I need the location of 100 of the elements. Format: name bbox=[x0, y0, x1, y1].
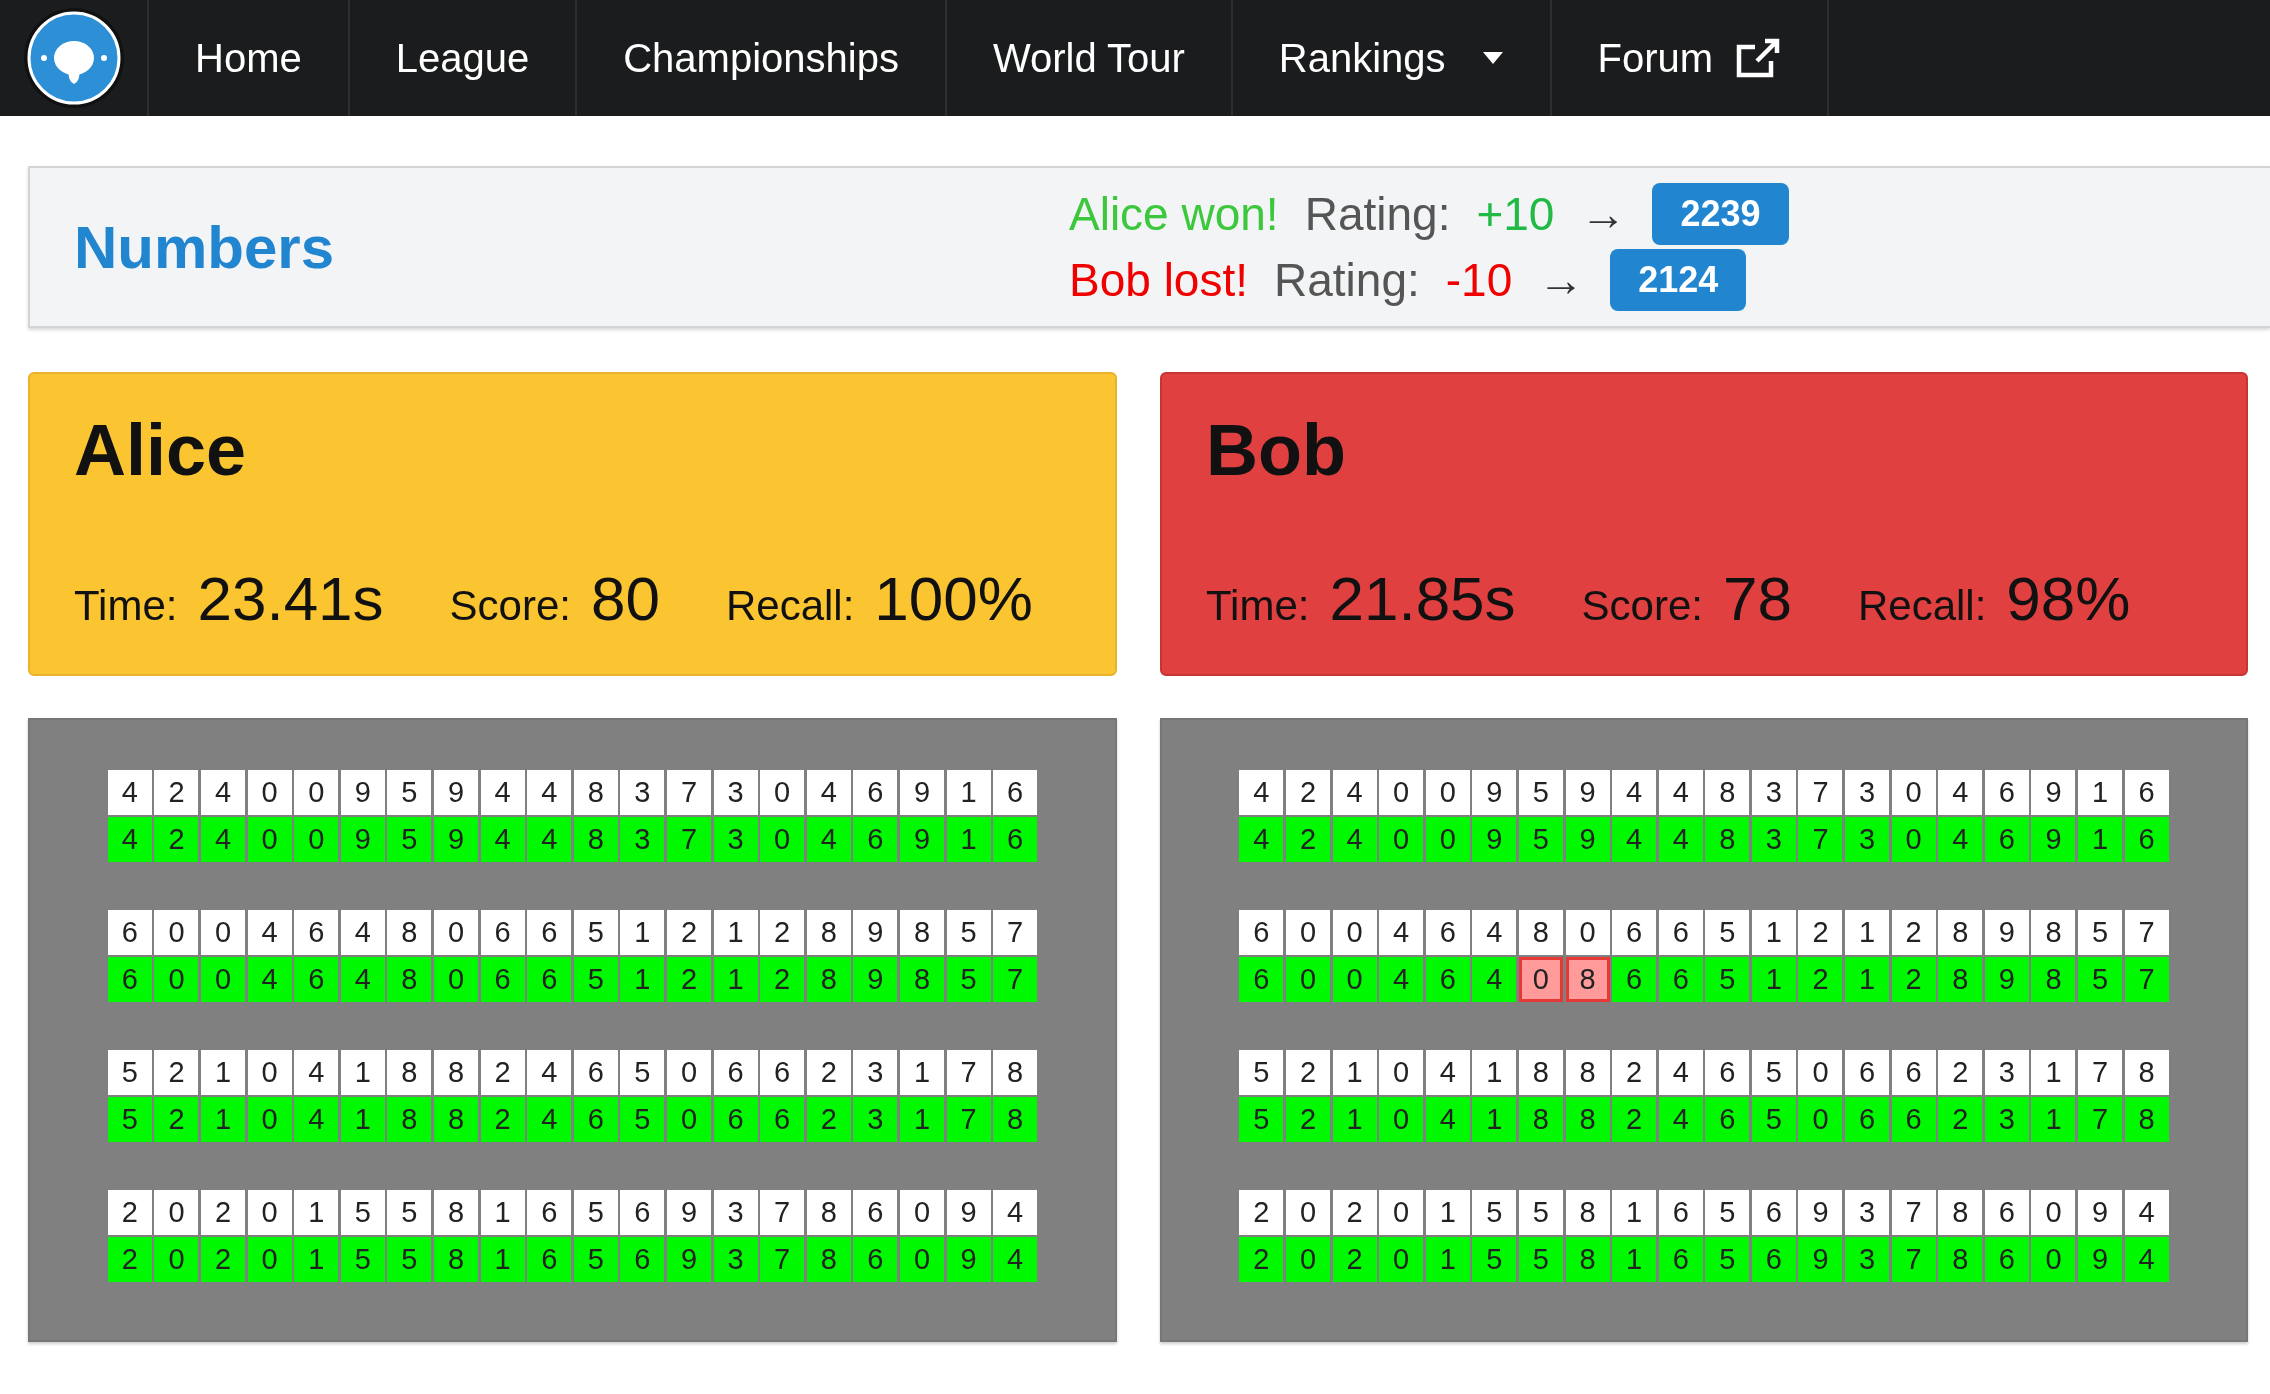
digit-cell: 8 bbox=[1705, 770, 1750, 815]
digit-cell: 0 bbox=[247, 770, 292, 815]
recalled-cell: 4 bbox=[107, 817, 152, 862]
digit-cell: 4 bbox=[806, 770, 851, 815]
recalled-cell: 8 bbox=[387, 957, 432, 1002]
digit-cell: 1 bbox=[1425, 1190, 1470, 1235]
nav-link[interactable]: Rankings bbox=[1232, 0, 1552, 116]
stat-label: Time: bbox=[74, 582, 178, 630]
digit-cell: 0 bbox=[1285, 1190, 1330, 1235]
recalled-cell: 8 bbox=[1938, 1237, 1983, 1282]
recalled-cell: 2 bbox=[1938, 1097, 1983, 1142]
recalled-cell: 2 bbox=[107, 1237, 152, 1282]
digit-cell: 5 bbox=[1705, 1190, 1750, 1235]
recalled-cell: 5 bbox=[620, 1097, 665, 1142]
digit-cell: 2 bbox=[1285, 1050, 1330, 1095]
recalled-cell: 6 bbox=[480, 957, 525, 1002]
digit-cell: 0 bbox=[1425, 770, 1470, 815]
recalled-cell: 2 bbox=[154, 1097, 199, 1142]
recalled-cell: 2 bbox=[1285, 1097, 1330, 1142]
recalled-cell: 7 bbox=[1798, 817, 1843, 862]
digit-cell: 5 bbox=[1239, 1050, 1284, 1095]
recalled-cell: 9 bbox=[2078, 1237, 2123, 1282]
digit-cell: 1 bbox=[1612, 1190, 1657, 1235]
digit-cell: 4 bbox=[480, 770, 525, 815]
recalled-cell: 4 bbox=[1239, 817, 1284, 862]
recalled-cell: 8 bbox=[1565, 957, 1610, 1002]
recalled-cell: 5 bbox=[946, 957, 991, 1002]
digit-cell: 9 bbox=[667, 1190, 711, 1235]
digit-cell: 6 bbox=[1984, 1190, 2029, 1235]
recalled-cell: 0 bbox=[1518, 957, 1563, 1002]
nav-link[interactable]: Home bbox=[149, 0, 350, 116]
recalled-cell: 5 bbox=[387, 817, 432, 862]
digit-cell: 0 bbox=[667, 1050, 711, 1095]
stat-value: 78 bbox=[1723, 563, 1792, 634]
digit-cell: 0 bbox=[1565, 910, 1610, 955]
recalled-cell: 4 bbox=[2124, 1237, 2169, 1282]
recalled-cell: 0 bbox=[154, 957, 199, 1002]
digit-cell: 5 bbox=[340, 1190, 385, 1235]
recalled-cell: 7 bbox=[1891, 1237, 1936, 1282]
recalled-cell: 0 bbox=[1425, 817, 1470, 862]
recalled-cell: 2 bbox=[1891, 957, 1936, 1002]
digit-cell: 5 bbox=[573, 910, 618, 955]
digit-cell: 1 bbox=[2031, 1050, 2076, 1095]
stat-label: Recall: bbox=[725, 582, 855, 630]
recalled-cell: 9 bbox=[1984, 957, 2029, 1002]
digit-cell: 1 bbox=[480, 1190, 525, 1235]
digit-cell: 5 bbox=[620, 1050, 665, 1095]
recalled-cell: 0 bbox=[1379, 1097, 1424, 1142]
digit-cell: 8 bbox=[899, 910, 944, 955]
nav-link[interactable]: League bbox=[349, 0, 578, 116]
digit-cell: 3 bbox=[853, 1050, 898, 1095]
digit-cell: 4 bbox=[527, 1050, 572, 1095]
recalled-cell: 3 bbox=[713, 1237, 758, 1282]
digit-cell: 2 bbox=[154, 770, 199, 815]
recalled-cell: 6 bbox=[573, 1097, 618, 1142]
digit-cell: 3 bbox=[620, 770, 665, 815]
digit-cell: 8 bbox=[1518, 1050, 1563, 1095]
recalled-cell: 8 bbox=[1565, 1097, 1610, 1142]
recalled-cell: 0 bbox=[247, 817, 292, 862]
nav-link[interactable]: Championships bbox=[577, 0, 947, 116]
recalled-cell: 3 bbox=[620, 817, 665, 862]
digit-cell: 5 bbox=[1518, 1190, 1563, 1235]
digit-cell: 6 bbox=[1891, 1050, 1936, 1095]
recalled-cell: 5 bbox=[1705, 1237, 1750, 1282]
recalled-cell: 0 bbox=[1379, 817, 1424, 862]
recalled-cell: 7 bbox=[2078, 1097, 2123, 1142]
recalled-cell: 5 bbox=[1518, 1237, 1563, 1282]
digit-cell: 1 bbox=[946, 770, 991, 815]
recalled-cell: 8 bbox=[434, 1097, 478, 1142]
recalled-cell: 6 bbox=[294, 957, 339, 1002]
digit-cell: 6 bbox=[1239, 910, 1284, 955]
player-name: Alice bbox=[74, 414, 248, 486]
digit-cell: 8 bbox=[434, 1050, 478, 1095]
arrow-text: → bbox=[1580, 187, 1627, 241]
recalled-cell: 1 bbox=[1845, 957, 1890, 1002]
recalled-cell: 0 bbox=[1285, 957, 1330, 1002]
recalled-cell: 4 bbox=[527, 817, 572, 862]
player-name: Bob bbox=[1206, 414, 1347, 486]
recalled-cell: 1 bbox=[1332, 1097, 1377, 1142]
nav-link[interactable]: Forum bbox=[1551, 0, 1830, 116]
recalled-cell: 1 bbox=[946, 817, 991, 862]
digit-cell: 6 bbox=[527, 1190, 572, 1235]
recalled-cell: 0 bbox=[1379, 1237, 1424, 1282]
recalled-cell: 5 bbox=[1239, 1097, 1284, 1142]
recalled-cell: 2 bbox=[1285, 817, 1330, 862]
recalled-cell: 2 bbox=[1798, 957, 1843, 1002]
recalled-cell: 1 bbox=[899, 1097, 944, 1142]
digit-cell: 8 bbox=[434, 1190, 478, 1235]
recalled-cell: 6 bbox=[1658, 1237, 1703, 1282]
recalled-cell: 1 bbox=[201, 1097, 246, 1142]
recalled-cell: 0 bbox=[1332, 957, 1377, 1002]
recalled-cell: 9 bbox=[434, 817, 478, 862]
nav-link[interactable]: World Tour bbox=[946, 0, 1233, 116]
recalled-cell: 4 bbox=[806, 817, 851, 862]
recalled-cell: 2 bbox=[806, 1097, 851, 1142]
recalled-cell: 4 bbox=[527, 1097, 572, 1142]
digit-cell: 1 bbox=[1751, 910, 1796, 955]
logo-icon[interactable] bbox=[21, 6, 126, 110]
recalled-cell: 8 bbox=[573, 817, 618, 862]
recalled-cell: 9 bbox=[2031, 817, 2076, 862]
